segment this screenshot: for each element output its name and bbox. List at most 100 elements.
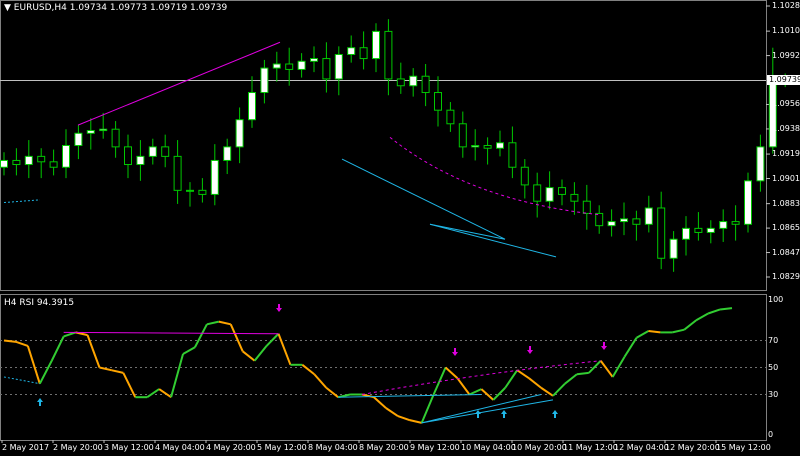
candle-bear [161, 146, 170, 157]
divergence-line-magenta-dashed [389, 136, 601, 216]
candle-bull [272, 63, 281, 69]
candle-bear [558, 187, 566, 195]
rsi-segment-up [253, 345, 268, 362]
rsi-segment-up [672, 328, 685, 334]
rsi-divergence-cyan [421, 394, 542, 424]
candle-bull [756, 146, 765, 182]
price-axis-label: 1.08292 [772, 272, 800, 281]
candle-bear [111, 128, 120, 148]
candle-bear [384, 30, 393, 80]
rsi-divergence-cyan [421, 399, 554, 424]
rsi-segment-down [277, 333, 292, 366]
rsi-axis-label: 100 [768, 295, 784, 304]
candle-bull [310, 58, 318, 62]
rsi-segment-down [397, 415, 411, 422]
rsi-axis-label: 30 [768, 389, 779, 399]
rsi-segment-up [611, 356, 626, 378]
candle-bear [632, 218, 641, 225]
candle-bear [124, 146, 132, 166]
price-axis-label: 1.10102 [772, 26, 800, 36]
up-arrow-icon [501, 410, 507, 418]
rsi-segment-down [122, 372, 137, 398]
candle-bear [731, 221, 740, 225]
candle-bear [657, 207, 666, 259]
candle-bear [595, 212, 604, 227]
rsi-segment-up [695, 312, 709, 322]
price-axis-label: 1.08652 [772, 223, 800, 233]
up-arrow-icon [552, 410, 558, 418]
candle-bear [421, 75, 430, 94]
rsi-segment-up [265, 333, 280, 347]
price-axis-label: 1.08472 [772, 247, 800, 257]
candle-bull [347, 47, 356, 55]
down-arrow-icon [276, 304, 282, 312]
candle-bull [223, 146, 232, 161]
candle-bull [545, 187, 554, 202]
rsi-segment-up [50, 336, 65, 362]
time-axis-label: 8 May 04:00 [308, 443, 358, 452]
time-axis-label: 5 May 12:00 [257, 443, 307, 452]
rsi-segment-up [206, 320, 220, 326]
candle-bear [446, 109, 455, 125]
candle-bear [285, 63, 294, 70]
down-arrow-icon [527, 346, 533, 354]
price-axis-label: 1.09197 [772, 149, 800, 159]
candle-bull [210, 159, 219, 195]
candle-bull [260, 67, 269, 94]
time-axis-label: 10 May 04:00 [461, 443, 516, 452]
rsi-axis-label: 50 [768, 362, 779, 372]
candle-bull [0, 159, 8, 168]
candle-bull [99, 128, 108, 132]
rsi-segment-down [218, 320, 231, 326]
down-arrow-icon [452, 348, 458, 356]
rsi-segment-down [158, 388, 172, 399]
candle-bull [62, 145, 70, 168]
candle-bull [744, 180, 752, 225]
time-axis-label: 9 May 12:00 [410, 443, 460, 452]
rsi-segment-down [409, 419, 422, 424]
rsi-segment-down [385, 407, 399, 417]
rsi-segment-up [63, 331, 76, 338]
rsi-segment-up [420, 394, 435, 424]
up-arrow-icon [37, 398, 43, 406]
rsi-segment-up [146, 388, 160, 399]
rsi-segment-down [86, 334, 101, 368]
candle-bull [235, 119, 244, 148]
rsi-segment-up [38, 360, 53, 385]
rsi-segment-up [683, 319, 697, 331]
time-axis-label: 12 May 04:00 [614, 443, 669, 452]
price-axis-label: 1.09922 [772, 50, 800, 60]
divergence-line-cyan [429, 223, 506, 240]
candle-bull [669, 238, 678, 259]
rsi-divergence-magenta [63, 331, 279, 335]
triangle-down-icon[interactable]: ▼ [4, 3, 11, 13]
candle-bull [644, 207, 653, 225]
up-arrow-icon [475, 410, 481, 418]
main-chart-title: ▼ EURUSD,H4 1.09734 1.09773 1.09719 1.09… [4, 3, 227, 13]
rsi-segment-up [564, 373, 578, 385]
candle-bull [148, 146, 157, 157]
rsi-segment-down [599, 360, 614, 378]
rsi-segment-down [99, 366, 112, 372]
divergence-line-cyan [429, 223, 557, 258]
candle-bear [12, 159, 21, 166]
rsi-divergence-cyan-dashed [3, 376, 40, 385]
rsi-segment-down [456, 377, 471, 396]
price-axis-label: 1.10287 [772, 1, 800, 10]
rsi-segment-up [194, 323, 208, 348]
rsi-segment-down [111, 369, 124, 374]
rsi-segment-down [373, 396, 387, 409]
price-chart-canvas[interactable] [0, 0, 800, 456]
candle-bull [471, 145, 480, 148]
rsi-segment-down [648, 330, 661, 334]
divergence-line-cyan [341, 158, 506, 240]
time-axis-label: 15 May 12:00 [716, 443, 771, 452]
candle-bear [520, 166, 529, 186]
rsi-segment-down [444, 366, 459, 380]
rsi-segment-up [170, 353, 184, 398]
rsi-segment-up [469, 388, 482, 396]
rsi-segment-down [3, 339, 17, 343]
candle-bull [74, 132, 83, 147]
candle-bear [198, 189, 207, 195]
down-arrow-icon [601, 342, 607, 350]
